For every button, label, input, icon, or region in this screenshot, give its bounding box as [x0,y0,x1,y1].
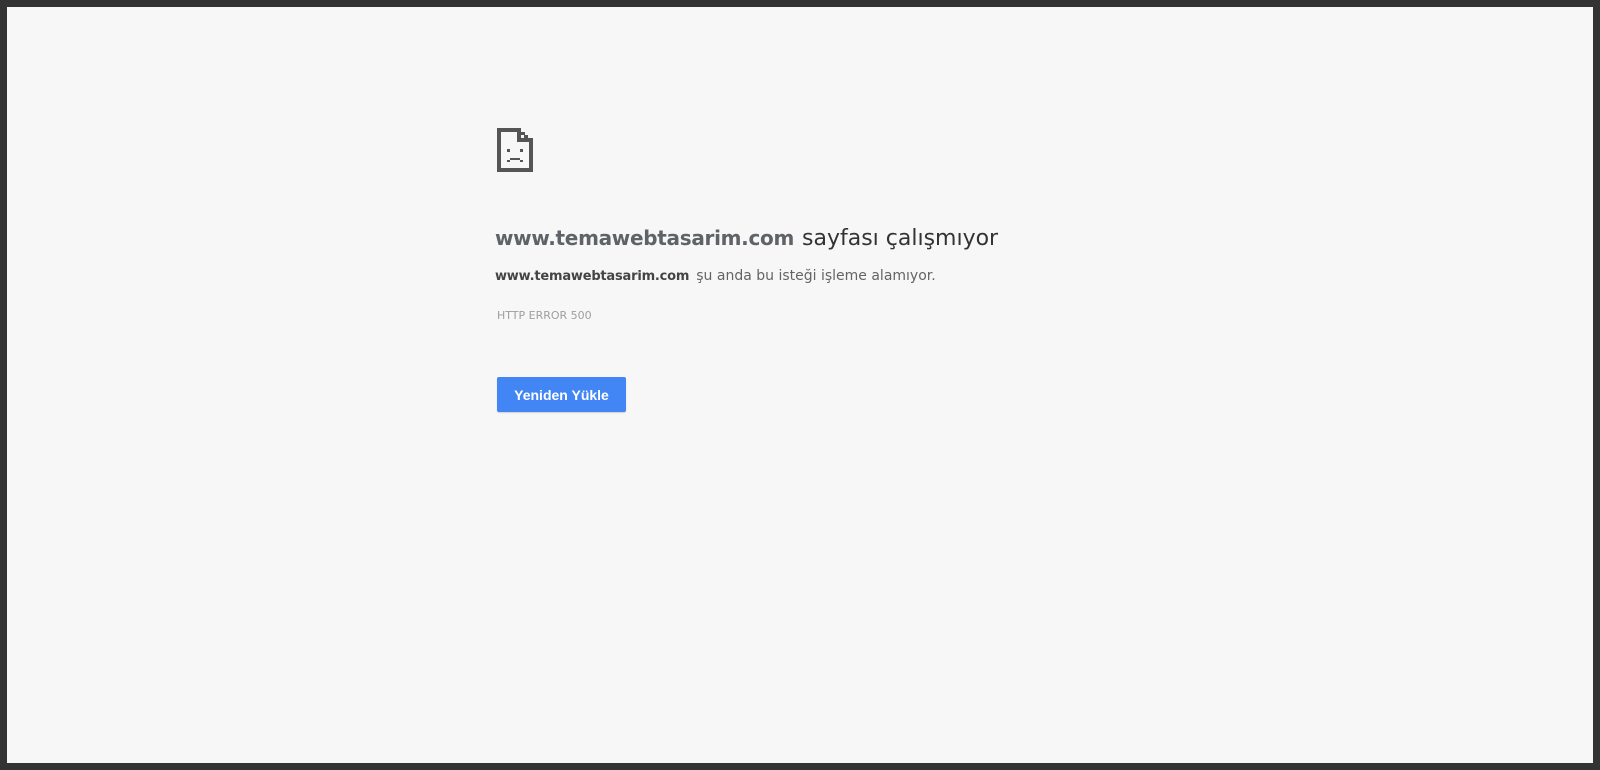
message-text: şu anda bu isteği işleme alamıyor. [696,268,936,284]
message-host: www.temawebtasarim.com [495,269,690,284]
heading-host: www.temawebtasarim.com [495,226,795,250]
heading-text: sayfası çalışmıyor [802,226,999,251]
sad-page-icon [497,128,533,172]
reload-button[interactable]: Yeniden Yükle [497,377,626,412]
browser-viewport: www.temawebtasarim.com sayfası çalışmıyor… [7,7,1593,763]
error-message: www.temawebtasarim.com şu anda bu isteği … [495,268,936,284]
error-code: HTTP ERROR 500 [497,309,592,322]
error-heading: www.temawebtasarim.com sayfası çalışmıyor [495,226,998,251]
